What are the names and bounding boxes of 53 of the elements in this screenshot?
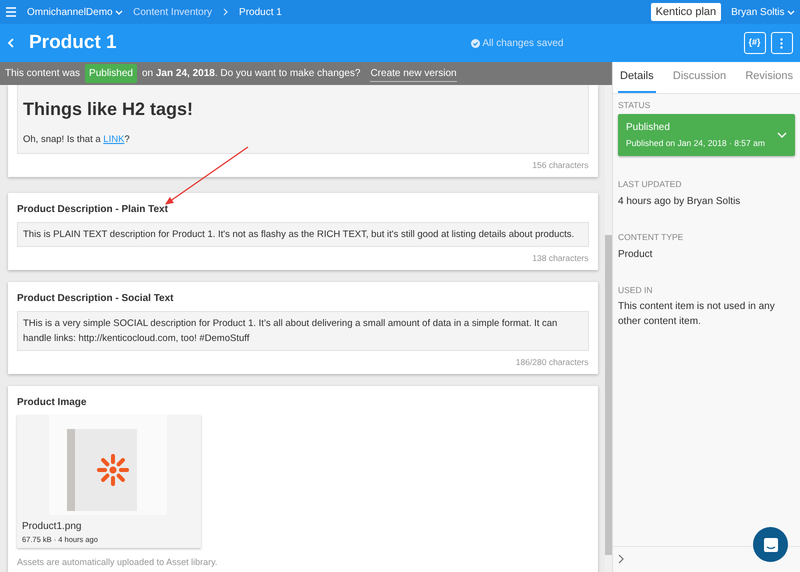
status-tag: Published (85, 64, 137, 84)
character-count: 156 characters (531, 159, 589, 172)
sidebar-tab[interactable]: Discussion (670, 62, 728, 92)
scrollbar[interactable] (604, 85, 612, 572)
chevron-down-icon (777, 132, 787, 138)
character-count: 138 characters (531, 252, 589, 265)
text-link[interactable]: LINK (103, 134, 124, 145)
asset-note: Assets are automatically uploaded to Asset library. (17, 556, 218, 569)
check-circle-icon (470, 38, 480, 48)
rich-text-paragraph: Oh, snap! Is that a LINK? (23, 132, 131, 147)
character-count: 186/280 characters (514, 356, 589, 369)
sidebar-tab[interactable]: Details (618, 62, 656, 92)
banner-text: on Jan 24, 2018. Do you want to make changes? (142, 67, 360, 82)
project-switcher[interactable]: OmnichannelDemo (27, 4, 124, 20)
rich-text-field[interactable]: Things like H2 tags! Oh, snap! Is that a LINK? (17, 85, 589, 154)
status-dropdown[interactable]: Published Published on Jan 24, 2018 · 8:57 am (618, 114, 795, 156)
section-label: STATUS (618, 98, 652, 112)
element-label: Product Description - Social Text (17, 292, 175, 306)
chevron-down-icon (787, 8, 795, 16)
chat-button[interactable] (753, 527, 788, 562)
text-field[interactable]: THis is a very simple SOCIAL description for Product 1. It’s all about delivering a small amount of data in a simple format. It can handle links: http://kenticocloud.com, too! #DemoStuff (17, 310, 589, 352)
user-menu[interactable]: Bryan Soltis (731, 4, 795, 20)
breadcrumb-item: Product 1 (239, 6, 282, 20)
sidebar-tab[interactable]: Revisions (743, 62, 795, 92)
expand-icon[interactable] (618, 554, 625, 564)
rich-text-heading: Things like H2 tags! (23, 98, 194, 122)
chat-icon (762, 536, 778, 552)
status-detail: Published on Jan 24, 2018 · 8:57 am (626, 137, 766, 150)
plan-button[interactable]: Kentico plan (650, 2, 722, 22)
text-field[interactable]: This is PLAIN TEXT description for Product 1. It's not as flashy as the RICH TEXT, but it's still good at listing details about products. (17, 222, 589, 248)
section-label: LAST UPDATED (618, 178, 682, 191)
kebab-icon (780, 38, 783, 48)
chevron-down-icon (115, 8, 124, 16)
save-status: All changes saved (482, 36, 564, 50)
code-button[interactable]: {#} (744, 32, 766, 54)
scrollbar-thumb[interactable] (604, 235, 612, 556)
status-value: Published (626, 121, 671, 136)
menu-icon[interactable] (5, 6, 17, 18)
section-value: This content item is not used in any other content item. (618, 300, 776, 330)
element-label: Product Description - Plain Text (17, 202, 169, 217)
more-options-button[interactable] (770, 32, 792, 54)
chevron-right-icon (222, 8, 230, 16)
page-title: Product 1 (29, 32, 117, 54)
section-label: CONTENT TYPE (618, 230, 684, 244)
section-label: USED IN (618, 284, 654, 296)
section-value: 4 hours ago by Bryan Soltis (618, 194, 742, 209)
create-version-link[interactable]: Create new version (370, 66, 457, 82)
breadcrumb-item[interactable]: Content Inventory (133, 4, 212, 20)
element-label: Product Image (17, 396, 88, 410)
section-value: Product (618, 248, 654, 262)
back-icon[interactable] (7, 38, 15, 48)
asset-filename: Product1.png (22, 520, 82, 534)
banner-text: This content was (5, 67, 80, 82)
